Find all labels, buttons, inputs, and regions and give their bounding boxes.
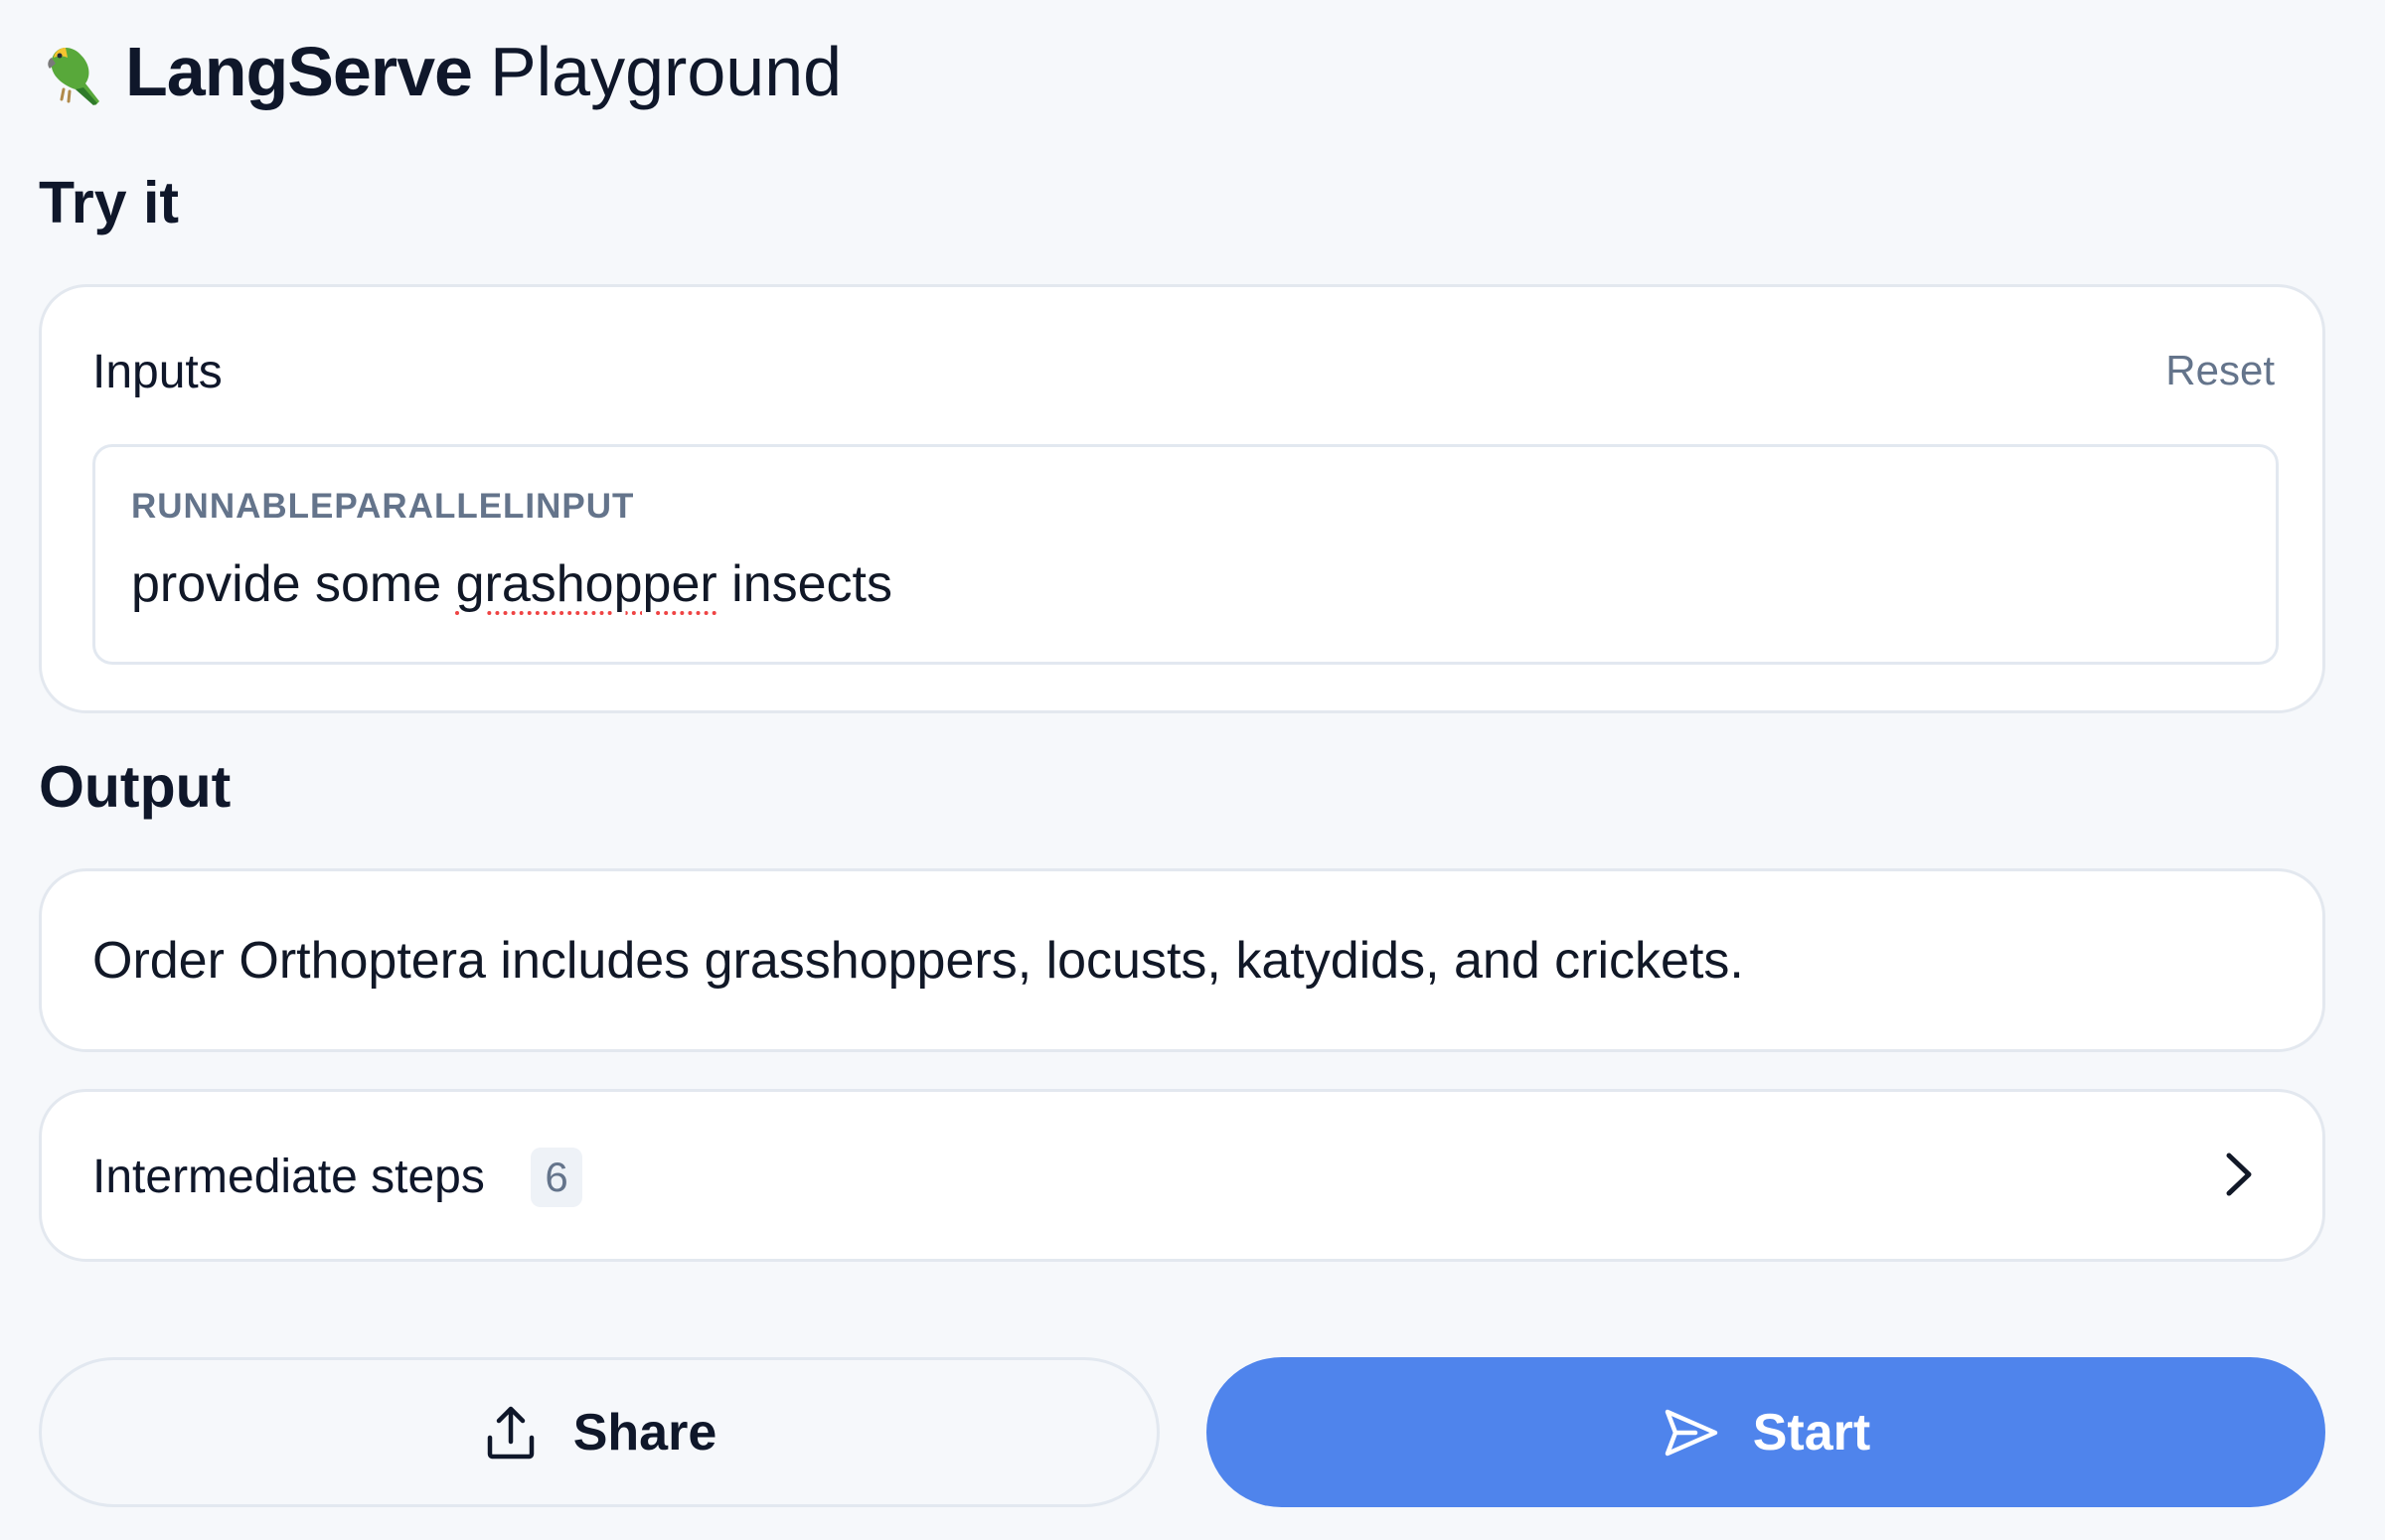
output-text: Order Orthoptera includes grasshoppers, …: [92, 932, 1744, 990]
reset-button[interactable]: Reset: [2165, 347, 2275, 394]
start-button-label: Start: [1752, 1403, 1871, 1462]
field-value-after: insects: [716, 555, 892, 613]
output-heading: Output: [39, 754, 232, 820]
steps-count-badge: 6: [531, 1148, 582, 1207]
parrot-icon: [48, 48, 99, 105]
start-button[interactable]: Start: [1206, 1357, 2325, 1507]
inputs-card: Inputs Reset RUNNABLEPARALLELINPUT provi…: [39, 284, 2325, 713]
page-header: LangServe Playground: [36, 30, 842, 113]
field-value-before: provide some: [131, 555, 456, 613]
intermediate-steps-toggle[interactable]: Intermediate steps 6: [39, 1089, 2325, 1262]
share-icon: [487, 1406, 534, 1459]
try-it-heading: Try it: [39, 170, 179, 235]
input-field-container[interactable]: RUNNABLEPARALLELINPUT provide some grash…: [92, 444, 2279, 665]
chevron-right-icon[interactable]: [2213, 1150, 2263, 1199]
page-title: Playground: [489, 33, 843, 110]
intermediate-steps-label: Intermediate steps: [92, 1151, 485, 1203]
send-icon: [1665, 1409, 1717, 1456]
field-label: RUNNABLEPARALLELINPUT: [131, 487, 635, 526]
inputs-label: Inputs: [92, 346, 223, 398]
output-card: Order Orthoptera includes grasshoppers, …: [39, 868, 2325, 1052]
input-text-field[interactable]: provide some grashopper insects: [131, 554, 2218, 614]
share-button-label: Share: [572, 1403, 717, 1462]
misspelled-word: grashopper: [455, 555, 717, 613]
share-button[interactable]: Share: [39, 1357, 1160, 1507]
brand-name: LangServe: [125, 33, 473, 110]
